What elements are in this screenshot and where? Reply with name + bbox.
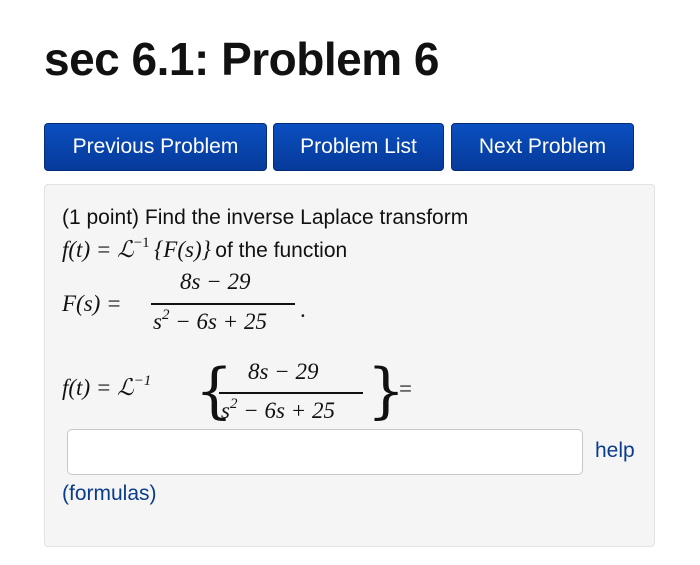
- statement-text: Find the inverse Laplace transform: [144, 206, 469, 229]
- answer-fraction-bar: [219, 392, 363, 394]
- next-problem-button[interactable]: Next Problem: [451, 123, 634, 171]
- previous-problem-button[interactable]: Previous Problem: [44, 123, 267, 171]
- answer-denominator-base: s: [221, 398, 230, 423]
- F-denominator-base: s: [153, 309, 162, 334]
- points-label: (1 point): [62, 206, 140, 229]
- problem-panel: (1 point) Find the inverse Laplace trans…: [44, 184, 655, 547]
- F-fraction-bar: [151, 303, 295, 305]
- F-period: .: [300, 297, 306, 322]
- definition-line: f(t) = ℒ−1 {F(s)} of the function: [62, 235, 348, 263]
- problem-list-button[interactable]: Problem List: [273, 123, 444, 171]
- answer-denominator-rest: − 6s + 25: [237, 398, 335, 423]
- answer-equals: =: [399, 376, 412, 401]
- answer-input[interactable]: [67, 429, 583, 475]
- F-denominator-rest: − 6s + 25: [169, 309, 267, 334]
- answer-numerator: 8s − 29: [248, 359, 319, 384]
- def-rhs: {F(s)}: [154, 237, 211, 262]
- formulas-link[interactable]: (formulas): [62, 482, 157, 506]
- page-title: sec 6.1: Problem 6: [44, 33, 439, 85]
- F-denominator-exp: 2: [161, 307, 170, 323]
- F-lhs: F(s) =: [62, 291, 122, 316]
- answer-inverse-exp: −1: [133, 373, 152, 389]
- help-link[interactable]: help: [595, 439, 635, 463]
- of-the-function-text: of the function: [215, 239, 348, 262]
- F-numerator: 8s − 29: [180, 269, 251, 294]
- answer-denominator: s2 − 6s + 25: [221, 396, 335, 424]
- F-denominator: s2 − 6s + 25: [153, 307, 267, 335]
- problem-statement: (1 point) Find the inverse Laplace trans…: [62, 206, 468, 230]
- answer-lhs-text: f(t) = ℒ: [62, 375, 134, 400]
- answer-lhs: f(t) = ℒ−1: [62, 373, 152, 401]
- def-inverse-exp: −1: [133, 235, 150, 251]
- answer-denominator-exp: 2: [229, 396, 238, 412]
- def-lhs: f(t) = ℒ: [62, 237, 134, 262]
